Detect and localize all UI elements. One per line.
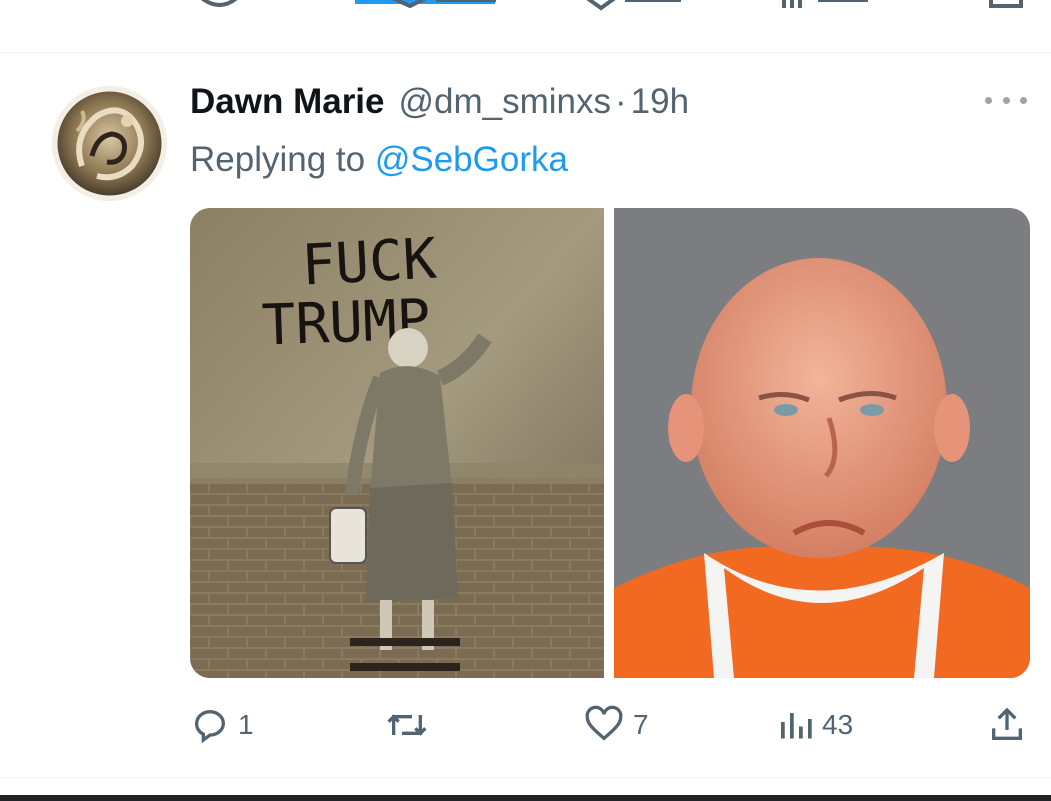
like-count: 7 — [633, 709, 649, 740]
previous-reply-icon[interactable] — [195, 0, 245, 12]
bottom-edge-bar — [0, 795, 1051, 801]
like-button[interactable]: 7 — [583, 700, 649, 750]
tweet-header: Dawn Marie @dm_sminxs · 19h — [190, 82, 689, 126]
retweet-button[interactable] — [385, 700, 437, 750]
share-icon — [992, 707, 1022, 740]
reply-button[interactable]: 1 — [190, 700, 254, 750]
previous-like-icon[interactable] — [583, 0, 703, 12]
more-icon[interactable] — [985, 89, 1027, 111]
replying-to-line: Replying to @SebGorka — [190, 140, 568, 180]
tweet-bottom-divider — [0, 777, 1051, 778]
share-button[interactable] — [987, 700, 1027, 750]
media-image-mugshot[interactable] — [614, 208, 1030, 678]
views-icon — [781, 713, 812, 739]
author-handle[interactable]: @dm_sminxs — [399, 82, 612, 122]
tweet-media[interactable]: FUCK TRUMP — [190, 208, 1030, 678]
media-image-graffiti[interactable]: FUCK TRUMP — [190, 208, 604, 678]
view-count: 43 — [822, 709, 854, 740]
reply-mention-link[interactable]: @SebGorka — [375, 140, 568, 179]
tweet-timestamp[interactable]: 19h — [631, 82, 689, 122]
previous-tweet-action-bar — [0, 0, 1051, 22]
author-name[interactable]: Dawn Marie — [190, 82, 385, 122]
views-button[interactable]: 43 — [778, 700, 853, 750]
tweet-divider — [0, 52, 1051, 53]
previous-views-icon[interactable] — [780, 0, 900, 12]
header-separator: · — [615, 82, 627, 121]
previous-share-icon[interactable] — [987, 0, 1027, 12]
author-avatar[interactable] — [52, 86, 167, 201]
retweet-icon — [387, 714, 427, 736]
replying-to-label: Replying to — [190, 140, 366, 179]
like-icon — [585, 705, 623, 741]
reply-count: 1 — [238, 709, 254, 740]
previous-retweet-icon[interactable] — [390, 0, 510, 12]
tweet-action-bar: 1 7 43 — [190, 700, 1030, 750]
reply-icon — [195, 710, 225, 744]
